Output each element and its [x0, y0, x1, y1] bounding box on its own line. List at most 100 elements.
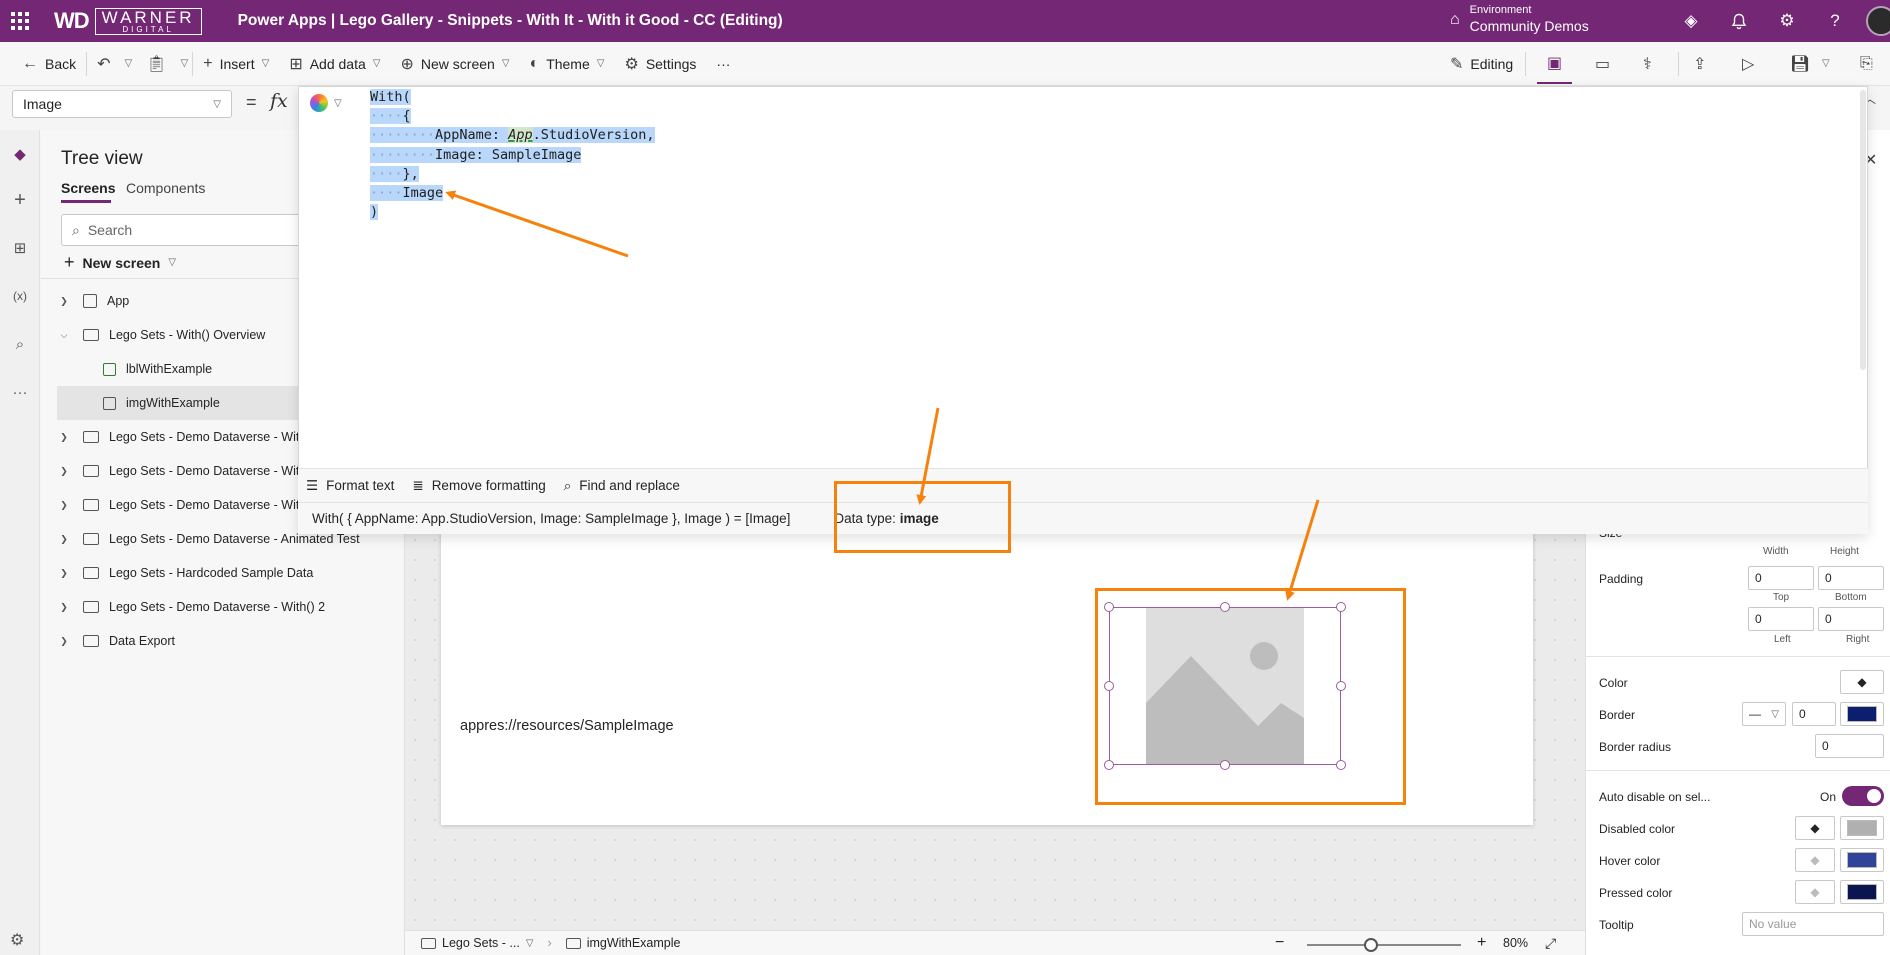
settings-gear-icon[interactable]: ⚙ — [1774, 8, 1800, 34]
environment-picker[interactable]: ⌂ Environment Community Demos — [1450, 4, 1589, 35]
theme-button[interactable]: ◐ Theme ▽ — [520, 42, 615, 86]
zoom-slider-thumb[interactable] — [1364, 938, 1378, 952]
more-button[interactable]: ··· — [706, 42, 740, 86]
tree-new-screen-button[interactable]: + New screen ▽ — [64, 252, 176, 273]
border-radius-input[interactable]: 0 — [1815, 734, 1884, 758]
tree-item-screen[interactable]: ❯ Lego Sets - Demo Dataverse - With() 2 — [57, 590, 405, 624]
auto-disable-toggle[interactable] — [1842, 786, 1884, 806]
pressed-color-picker[interactable] — [1840, 880, 1884, 904]
border-color-swatch — [1847, 706, 1877, 722]
color-picker[interactable]: ◆ — [1840, 670, 1884, 694]
border-style-dropdown[interactable]: — ▽ — [1742, 702, 1786, 726]
play-icon: ▷ — [1742, 55, 1755, 73]
chevron-down-icon: ▽ — [168, 257, 177, 268]
search-icon[interactable]: ⌕ — [8, 332, 32, 356]
code-line[interactable]: ····{ — [370, 107, 655, 126]
insert-button[interactable]: + Insert ▽ — [193, 42, 279, 86]
editing-mode-button[interactable]: ✎ Editing — [1440, 42, 1523, 86]
padding-top-input[interactable]: 0 — [1748, 566, 1814, 590]
chevron-down-icon: ▽ — [1771, 708, 1779, 720]
power-platform-icon[interactable]: ◈ — [1678, 8, 1704, 34]
data-table-icon[interactable]: ⊞ — [8, 236, 32, 260]
tab-components[interactable]: Components — [126, 180, 205, 196]
save-dropdown[interactable]: ▽ — [1818, 42, 1834, 86]
new-screen-button[interactable]: ⊕ New screen ▽ — [390, 42, 519, 86]
equals-sign: = — [246, 92, 257, 112]
active-tab-indicator — [61, 200, 111, 203]
undo-dropdown[interactable]: ▽ — [121, 42, 137, 86]
back-button[interactable]: ← Back — [12, 42, 86, 86]
padding-right-input[interactable]: 0 — [1818, 607, 1884, 631]
property-selector-value: Image — [23, 96, 62, 112]
undo-button[interactable]: ↶ — [87, 42, 120, 86]
tree-item-screen[interactable]: ❯ Lego Sets - Hardcoded Sample Data — [57, 556, 405, 590]
zoom-in-icon[interactable]: + — [1477, 934, 1486, 952]
tab-screens[interactable]: Screens — [61, 180, 115, 196]
rail-settings-icon[interactable]: ⚙ — [10, 930, 24, 950]
find-replace-button[interactable]: ⌕ Find and replace — [564, 478, 680, 494]
hover-fill-picker[interactable]: ◆ — [1795, 848, 1835, 872]
border-thickness-input[interactable]: 0 — [1792, 702, 1836, 726]
notifications-icon[interactable] — [1726, 8, 1752, 34]
property-selector[interactable]: Image ▽ — [12, 90, 232, 118]
preview-button[interactable]: ▷ — [1732, 42, 1764, 86]
remove-formatting-button[interactable]: ≣ Remove formatting — [412, 478, 545, 494]
formula-scrollbar[interactable] — [1860, 90, 1866, 370]
search-icon: ⌕ — [72, 221, 80, 238]
save-icon: 💾︎ — [1790, 55, 1811, 73]
stethoscope-icon: ⚕ — [1643, 55, 1652, 73]
disabled-fill-picker[interactable]: ◆ — [1795, 816, 1835, 840]
app-header: WD WARNER DIGITAL Power Apps | Lego Gall… — [0, 0, 1890, 42]
image-icon — [565, 937, 581, 949]
settings-button[interactable]: ⚙ Settings — [614, 42, 706, 86]
color-label: Color — [1599, 676, 1628, 690]
padding-bottom-input[interactable]: 0 — [1818, 566, 1884, 590]
code-line[interactable]: ····Image — [370, 184, 655, 203]
health-button[interactable]: ⚕ — [1633, 42, 1662, 86]
publish-icon: ⎘ — [1860, 54, 1873, 72]
zoom-out-icon[interactable]: − — [1275, 934, 1284, 952]
save-button[interactable]: 💾︎ — [1780, 42, 1820, 86]
comments-button[interactable]: ▭ — [1585, 42, 1620, 86]
zoom-slider-track[interactable] — [1307, 944, 1461, 946]
insert-plus-icon[interactable]: + — [8, 188, 32, 212]
app-checker-button[interactable]: ▣ — [1537, 44, 1573, 84]
pressed-fill-picker[interactable]: ◆ — [1795, 880, 1835, 904]
paint-bucket-icon: ◆ — [1810, 821, 1820, 835]
canvas-text-label[interactable]: appres://resources/SampleImage — [460, 718, 674, 734]
app-launcher-icon[interactable] — [0, 0, 40, 42]
tree-item-screen[interactable]: ❯ Data Export — [57, 624, 405, 658]
code-line[interactable]: ········Image: SampleImage — [370, 146, 655, 165]
fit-to-window-icon[interactable]: ⤢ — [1545, 935, 1556, 952]
breadcrumb-screen[interactable]: Lego Sets - ... ▽ — [421, 936, 534, 950]
app-icon: ▣ — [1547, 54, 1563, 72]
user-avatar[interactable] — [1866, 6, 1890, 36]
top-label: Top — [1773, 592, 1790, 603]
code-line[interactable]: ) — [370, 203, 655, 222]
tooltip-input[interactable]: No value — [1742, 912, 1884, 936]
paste-button[interactable]: 📋︎ — [136, 42, 176, 86]
disabled-color-picker[interactable] — [1840, 816, 1884, 840]
share-button[interactable]: ⇪ — [1683, 42, 1716, 86]
chevron-down-icon: ▽ — [501, 58, 510, 69]
code-line[interactable]: ····}, — [370, 165, 655, 184]
add-data-button[interactable]: ⊞ Add data ▽ — [279, 42, 390, 86]
copilot-button[interactable]: ▽ — [310, 94, 342, 112]
paste-dropdown[interactable]: ▽ — [177, 42, 193, 86]
label-control-icon — [103, 362, 116, 376]
publish-button[interactable]: ⎘ — [1850, 42, 1883, 86]
padding-left-input[interactable]: 0 — [1748, 607, 1814, 631]
border-color-picker[interactable] — [1840, 702, 1884, 726]
format-text-button[interactable]: ☰ Format text — [306, 478, 394, 494]
layers-icon[interactable]: ◆ — [8, 142, 32, 166]
more-options-icon[interactable]: ··· — [8, 380, 32, 404]
hover-color-picker[interactable] — [1840, 848, 1884, 872]
variables-icon[interactable]: (x) — [8, 284, 32, 308]
breadcrumb-control[interactable]: imgWithExample — [565, 936, 680, 950]
code-line[interactable]: With( — [370, 88, 655, 107]
help-icon[interactable]: ? — [1822, 8, 1848, 34]
gear-icon: ⚙ — [624, 55, 639, 73]
formula-code[interactable]: With(····{········AppName: App.StudioVer… — [370, 88, 655, 222]
code-line[interactable]: ········AppName: App.StudioVersion, — [370, 126, 655, 145]
chevron-down-icon: ▽ — [525, 937, 534, 949]
